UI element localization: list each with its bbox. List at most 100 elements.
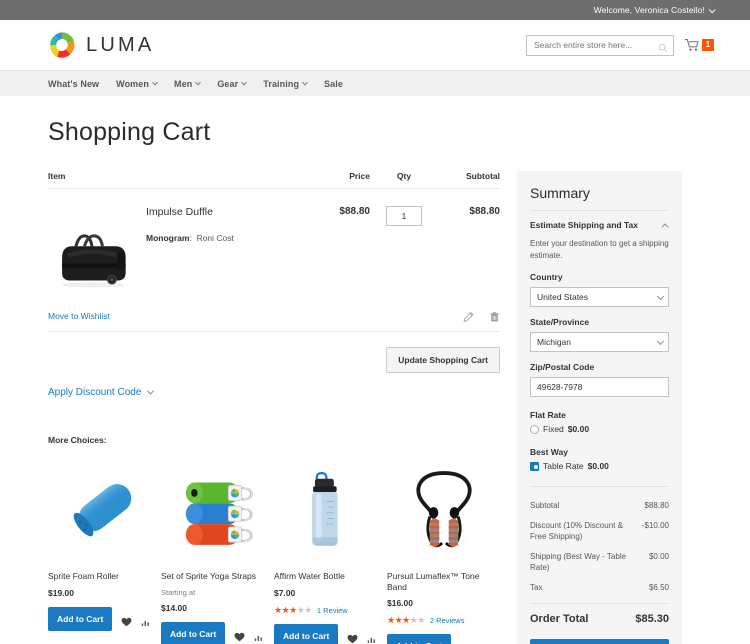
pencil-icon[interactable] xyxy=(463,310,474,322)
chevron-down-icon xyxy=(302,79,308,85)
column-header-subtotal: Subtotal xyxy=(466,171,500,181)
estimate-shipping-toggle[interactable]: Estimate Shipping and Tax xyxy=(530,220,669,230)
product-card: Set of Sprite Yoga Straps Starting at $1… xyxy=(161,455,274,644)
site-header: LUMA 1 xyxy=(0,20,750,70)
total-row-tax: Tax $6.50 xyxy=(530,578,669,598)
product-title[interactable]: Sprite Foam Roller xyxy=(48,571,161,582)
update-shopping-cart-button[interactable]: Update Shopping Cart xyxy=(386,347,500,373)
foam-roller-image xyxy=(73,484,131,537)
product-image[interactable] xyxy=(387,455,500,563)
chevron-down-icon[interactable] xyxy=(708,5,716,13)
nav-item-women[interactable]: Women xyxy=(116,79,158,89)
item-icon-actions xyxy=(463,310,500,322)
shipping-option-fixed[interactable]: Fixed $0.00 xyxy=(530,424,669,434)
shipping-group-title: Best Way xyxy=(530,447,568,457)
cart-item-price: $88.80 xyxy=(339,206,370,217)
totals-list: Subtotal $88.80 Discount (10% Discount &… xyxy=(530,486,669,625)
estimate-description: Enter your destination to get a shipping… xyxy=(530,239,669,260)
proceed-to-checkout-button[interactable]: Proceed to Checkout xyxy=(530,638,669,644)
product-title[interactable]: Affirm Water Bottle xyxy=(274,571,387,582)
product-image[interactable] xyxy=(161,455,274,563)
shipping-option-table-rate[interactable]: Table Rate $0.00 xyxy=(530,461,669,471)
add-to-cart-button[interactable]: Add to Cart xyxy=(274,624,339,644)
nav-item-men[interactable]: Men xyxy=(174,79,202,89)
product-thumbnail[interactable] xyxy=(48,206,138,290)
order-total-label: Order Total xyxy=(530,612,589,625)
move-to-wishlist-link[interactable]: Move to Wishlist xyxy=(48,311,110,321)
product-price: $14.00 xyxy=(161,603,187,613)
nav-item-whats-new[interactable]: What's New xyxy=(48,79,99,89)
total-amount: $0.00 xyxy=(648,551,669,561)
logo-link[interactable]: LUMA xyxy=(48,31,154,59)
trash-icon[interactable] xyxy=(489,310,500,322)
summary-column: Summary Estimate Shipping and Tax Enter … xyxy=(517,171,682,644)
starting-at-label: Starting at xyxy=(161,588,196,597)
add-to-cart-button[interactable]: Add to Cart xyxy=(48,607,113,631)
cart-item-count: 1 xyxy=(702,39,714,51)
column-header-price: Price xyxy=(349,171,370,181)
compare-icon[interactable] xyxy=(141,614,151,626)
country-select[interactable]: United States xyxy=(530,287,669,307)
apply-discount-toggle[interactable]: Apply Discount Code xyxy=(48,387,500,398)
heart-icon[interactable] xyxy=(121,614,132,627)
heart-icon[interactable] xyxy=(347,631,358,644)
product-title[interactable]: Set of Sprite Yoga Straps xyxy=(161,571,274,582)
radio-icon-selected[interactable] xyxy=(530,461,539,471)
product-actions: Add to Cart xyxy=(274,624,387,644)
shipping-option-label: Fixed xyxy=(543,424,564,434)
product-title[interactable]: Pursuit Lumaflex™ Tone Band xyxy=(387,571,500,592)
chevron-down-icon xyxy=(241,79,248,85)
tone-band-image xyxy=(415,471,472,548)
top-welcome-bar: Welcome, Veronica Costello! xyxy=(0,0,750,20)
product-name[interactable]: Impulse Duffle xyxy=(146,206,296,219)
cart-item-row: Impulse Duffle Monogram: Roni Cost $88.8… xyxy=(48,189,500,290)
heart-icon[interactable] xyxy=(234,629,245,642)
review-count-link[interactable]: 2 Reviews xyxy=(430,616,465,625)
compare-icon[interactable] xyxy=(254,629,264,641)
order-total-row: Order Total $85.30 xyxy=(530,602,669,625)
option-label: Monogram xyxy=(146,232,190,243)
zip-input[interactable] xyxy=(530,377,669,397)
cart-item-details: Impulse Duffle Monogram: Roni Cost xyxy=(138,206,296,290)
qty-input[interactable] xyxy=(386,206,422,226)
state-select[interactable]: Michigan xyxy=(530,332,669,352)
chevron-up-icon xyxy=(661,222,669,230)
nav-label: Sale xyxy=(324,78,343,89)
product-suggestions: Sprite Foam Roller $19.00 Add to Cart Se… xyxy=(48,455,500,644)
radio-icon[interactable] xyxy=(530,424,539,434)
nav-item-training[interactable]: Training xyxy=(263,79,308,89)
cart-item-subtotal: $88.80 xyxy=(469,206,500,217)
shopping-cart-icon xyxy=(684,38,700,52)
product-image[interactable] xyxy=(48,455,161,563)
shipping-option-price: $0.00 xyxy=(587,461,609,471)
cart-layout: Item Price Qty Subtotal Impulse Duffle M… xyxy=(48,171,714,644)
search-box[interactable] xyxy=(526,34,674,56)
product-price: $7.00 xyxy=(274,588,296,598)
nav-label: What's New xyxy=(48,78,100,89)
total-amount: $88.80 xyxy=(644,501,669,510)
country-select-wrapper: United States xyxy=(530,287,669,307)
product-image[interactable] xyxy=(274,455,387,563)
cart-item-actions: Move to Wishlist xyxy=(48,310,500,332)
water-bottle-image xyxy=(311,471,338,546)
compare-icon[interactable] xyxy=(367,631,377,643)
zip-label: Zip/Postal Code xyxy=(530,362,595,372)
product-options: Monogram: Roni Cost xyxy=(146,233,296,243)
more-choices-heading: More Choices: xyxy=(48,435,107,445)
yoga-straps-image xyxy=(185,482,253,545)
total-label: Shipping (Best Way - Table Rate) xyxy=(530,551,627,573)
search-input[interactable] xyxy=(534,40,658,50)
welcome-message[interactable]: Welcome, Veronica Costello! xyxy=(594,5,705,15)
summary-title: Summary xyxy=(530,185,669,211)
add-to-cart-button[interactable]: Add to Cart xyxy=(161,622,226,644)
cart-buttons: Update Shopping Cart xyxy=(48,347,500,373)
nav-item-gear[interactable]: Gear xyxy=(217,79,248,89)
star-rating-icon: ★★★★★ xyxy=(274,605,312,615)
review-count-link[interactable]: 1 Review xyxy=(317,606,348,615)
nav-item-sale[interactable]: Sale xyxy=(324,79,343,89)
search-icon[interactable] xyxy=(658,40,668,53)
estimate-shipping-label: Estimate Shipping and Tax xyxy=(530,220,638,230)
state-select-wrapper: Michigan xyxy=(530,332,669,352)
add-to-cart-button[interactable]: Add to Cart xyxy=(387,634,452,644)
minicart-button[interactable]: 1 xyxy=(684,38,714,52)
